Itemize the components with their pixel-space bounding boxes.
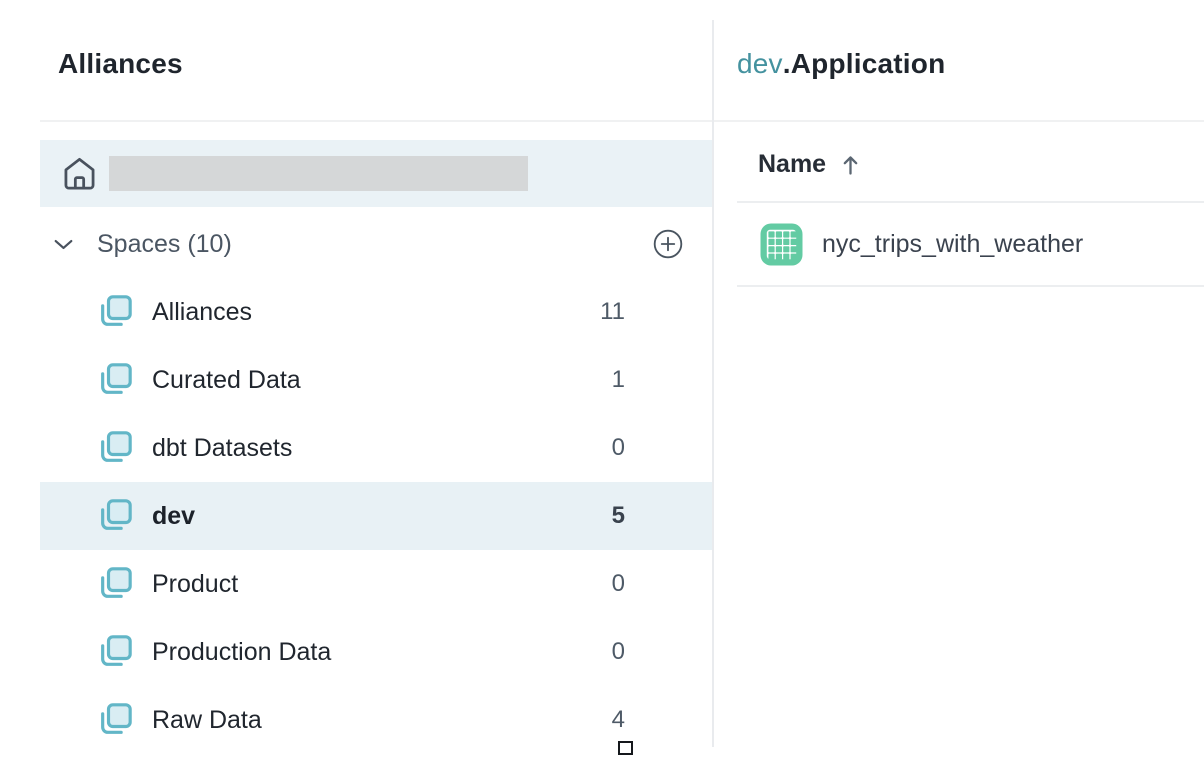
- space-count: 1: [612, 366, 713, 394]
- space-count: 5: [612, 502, 713, 530]
- space-row-dbt-datasets[interactable]: dbt Datasets 0: [40, 414, 713, 482]
- space-label: dbt Datasets: [152, 434, 292, 463]
- space-label: Alliances: [152, 298, 252, 327]
- spaces-section-label: Spaces (10): [97, 230, 232, 259]
- table-icon: [760, 223, 803, 266]
- redacted-text-placeholder: [109, 156, 528, 191]
- space-row-dev[interactable]: dev 5: [40, 482, 713, 550]
- home-row[interactable]: [40, 140, 713, 207]
- right-panel-divider: [714, 120, 1204, 122]
- space-icon: [95, 428, 135, 468]
- chevron-down-icon: [51, 232, 76, 257]
- spaces-section-header[interactable]: Spaces (10): [40, 214, 713, 274]
- space-label: Curated Data: [152, 366, 301, 395]
- panel-split-divider: [712, 20, 714, 747]
- space-icon: [95, 360, 135, 400]
- space-label: Product: [152, 570, 238, 599]
- cursor-artifact-square: [618, 741, 633, 755]
- breadcrumb-space[interactable]: dev: [737, 48, 783, 79]
- spaces-list: Alliances 11 Curated Data 1 dbt Datasets…: [40, 278, 713, 754]
- asset-row-nyc-trips-with-weather[interactable]: nyc_trips_with_weather: [737, 203, 1204, 285]
- space-row-raw-data[interactable]: Raw Data 4: [40, 686, 713, 754]
- workspace-screen: Alliances Spaces (10): [0, 0, 1204, 770]
- left-panel-divider: [40, 120, 713, 122]
- space-row-alliances[interactable]: Alliances 11: [40, 278, 713, 346]
- name-column-header[interactable]: Name: [758, 150, 860, 179]
- space-icon: [95, 632, 135, 672]
- breadcrumb-entity: .Application: [783, 48, 946, 79]
- space-label: Production Data: [152, 638, 331, 667]
- add-space-button[interactable]: [651, 227, 685, 261]
- space-row-production-data[interactable]: Production Data 0: [40, 618, 713, 686]
- space-icon: [95, 292, 135, 332]
- panel-title: Alliances: [58, 50, 183, 78]
- breadcrumb-title: dev.Application: [737, 50, 945, 78]
- plus-circle-icon: [651, 227, 685, 261]
- home-icon: [61, 155, 98, 192]
- arrow-up-icon: [841, 153, 860, 177]
- space-count: 0: [612, 570, 713, 598]
- space-count: 0: [612, 638, 713, 666]
- space-label: dev: [152, 502, 195, 531]
- space-label: Raw Data: [152, 706, 262, 735]
- space-row-product[interactable]: Product 0: [40, 550, 713, 618]
- space-count: 4: [612, 706, 713, 734]
- table-row-divider: [737, 285, 1204, 287]
- space-count: 11: [600, 298, 713, 326]
- space-row-curated-data[interactable]: Curated Data 1: [40, 346, 713, 414]
- name-column-label: Name: [758, 150, 826, 179]
- asset-name: nyc_trips_with_weather: [822, 230, 1083, 259]
- space-icon: [95, 700, 135, 740]
- space-count: 0: [612, 434, 713, 462]
- space-icon: [95, 564, 135, 604]
- space-icon: [95, 496, 135, 536]
